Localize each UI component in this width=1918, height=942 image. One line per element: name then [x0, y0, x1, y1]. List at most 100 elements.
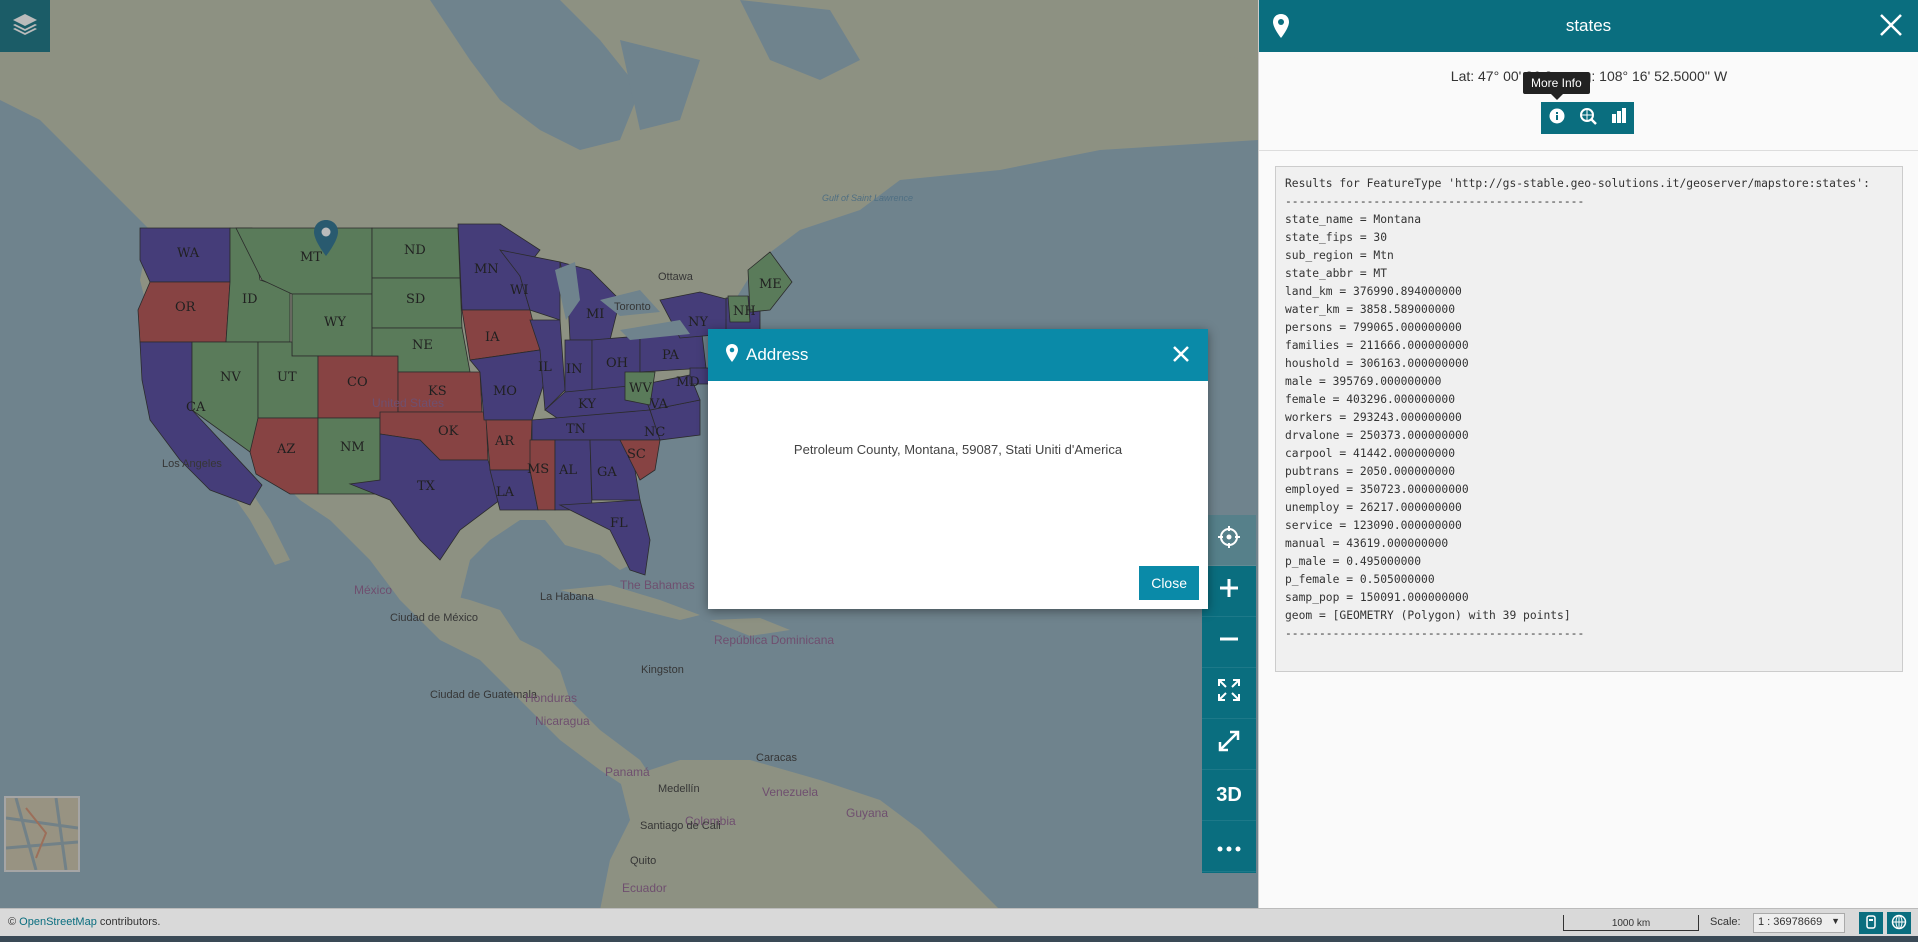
dialog-header: Address	[708, 329, 1208, 381]
more-button[interactable]	[1202, 821, 1256, 872]
state-label: IA	[485, 330, 500, 345]
zoom-out-button[interactable]	[1202, 617, 1256, 668]
more-info-button[interactable]	[1541, 102, 1572, 134]
state-label: NY	[688, 315, 708, 330]
state-label: AR	[495, 434, 515, 449]
3d-button[interactable]: 3D	[1202, 770, 1256, 821]
feature-info-results: Results for FeatureType 'http://gs-stabl…	[1275, 166, 1903, 672]
state-label: NH	[733, 304, 756, 319]
close-button[interactable]: Close	[1139, 566, 1199, 600]
state-label: FL	[610, 516, 628, 531]
place-label: Ciudad de Guatemala	[430, 689, 538, 701]
zoom-to-feature-button[interactable]	[1572, 102, 1603, 134]
chart-icon	[1611, 107, 1627, 129]
place-label: Nicaragua	[535, 714, 590, 728]
place-label: La Habana	[540, 591, 594, 603]
place-label: Los Angeles	[162, 458, 222, 470]
zoom-in-button[interactable]	[1202, 566, 1256, 617]
state-label: TX	[417, 479, 435, 494]
state-label: SC	[627, 447, 646, 462]
background-switcher-thumbnail[interactable]	[4, 796, 80, 872]
projection-button[interactable]	[1887, 912, 1911, 934]
crosshair-icon	[1217, 525, 1241, 555]
place-label: Ecuador	[622, 881, 667, 895]
state-label: OR	[175, 300, 196, 315]
dialog-body: Petroleum County, Montana, 59087, Stati …	[708, 381, 1208, 609]
plus-icon	[1218, 577, 1240, 605]
state-label: WY	[324, 315, 346, 330]
location-marker-icon[interactable]	[314, 220, 338, 256]
address-dialog: Address Petroleum County, Montana, 59087…	[708, 329, 1208, 609]
globe-icon	[1891, 914, 1907, 933]
scale-dropdown[interactable]: 1 : 36978669 ▼	[1753, 913, 1845, 933]
osm-link[interactable]: OpenStreetMap	[19, 916, 97, 928]
place-label: United States	[372, 396, 445, 410]
attribution-suffix: contributors.	[96, 916, 161, 928]
place-label: Venezuela	[762, 785, 819, 799]
fullscreen-button[interactable]	[1202, 719, 1256, 770]
close-icon[interactable]	[1170, 343, 1192, 370]
scale-bar: 1000 km	[1563, 915, 1699, 931]
map-footer: © OpenStreetMap contributors. 1000 km Sc…	[0, 908, 1918, 936]
state-label: ID	[242, 292, 258, 307]
crs-button[interactable]	[1859, 912, 1883, 934]
scale-value: 1 : 36978669	[1758, 916, 1823, 928]
state-label: AL	[559, 463, 578, 478]
place-label: Gulf of Saint Lawrence	[822, 193, 914, 203]
place-label: República Dominicana	[714, 633, 835, 647]
state-label: MO	[493, 384, 517, 399]
caret-down-icon: ▼	[1831, 916, 1840, 926]
map-toolbar: 3D	[1202, 515, 1256, 873]
expand-icon	[1217, 678, 1241, 708]
state-label: PA	[662, 348, 679, 363]
state-label: NM	[340, 440, 365, 455]
minus-icon	[1218, 628, 1240, 656]
bottom-strip	[0, 936, 1918, 942]
ellipsis-icon	[1217, 835, 1241, 858]
layers-icon	[12, 12, 38, 41]
place-label: Panamá	[605, 765, 650, 779]
state-label: NE	[412, 338, 433, 353]
map-marker-icon	[726, 343, 738, 367]
place-label: Honduras	[525, 691, 578, 705]
identify-panel: states Lat: 47° 00' 36.8... ong: 108° 16…	[1258, 0, 1918, 910]
crs-icon	[1865, 914, 1877, 932]
state-label: TN	[566, 422, 587, 437]
layers-button[interactable]	[0, 0, 50, 52]
state-label: SD	[406, 292, 426, 307]
place-label: Caracas	[756, 752, 797, 764]
place-label: Guyana	[846, 806, 889, 820]
attribution: © OpenStreetMap contributors.	[8, 916, 160, 928]
state-label: ND	[404, 243, 426, 258]
state-label: WV	[629, 381, 652, 396]
state-label: OH	[606, 356, 628, 371]
locate-button[interactable]	[1202, 515, 1256, 566]
state-label: WA	[177, 246, 200, 261]
place-label: The Bahamas	[620, 578, 695, 592]
info-icon	[1549, 108, 1565, 129]
close-icon[interactable]	[1878, 12, 1904, 43]
state-label: MD	[676, 375, 700, 390]
state-label: NC	[644, 425, 666, 440]
state-label: MS	[527, 462, 550, 477]
place-label: México	[354, 583, 393, 597]
more-info-tooltip: More Info	[1523, 72, 1590, 100]
place-label: Kingston	[641, 664, 684, 676]
state-label: WI	[510, 283, 529, 298]
zoom-to-extent-button[interactable]	[1202, 668, 1256, 719]
place-label: Medellín	[658, 783, 700, 795]
state-label: KY	[578, 397, 596, 412]
panel-divider	[1259, 150, 1918, 151]
place-label: Ciudad de México	[390, 612, 479, 624]
place-label: Santiago de Cali	[640, 820, 721, 832]
state-label: GA	[597, 465, 617, 480]
state-label: VA	[650, 397, 668, 412]
state-label: AZ	[277, 442, 296, 457]
attribution-prefix: ©	[8, 916, 20, 928]
feature-chart-button[interactable]	[1603, 102, 1634, 134]
state-label: ME	[759, 277, 782, 292]
state-label: NV	[220, 370, 241, 385]
panel-header: states	[1259, 0, 1918, 52]
info-button-group	[1541, 102, 1634, 134]
globe-search-icon	[1579, 107, 1597, 130]
